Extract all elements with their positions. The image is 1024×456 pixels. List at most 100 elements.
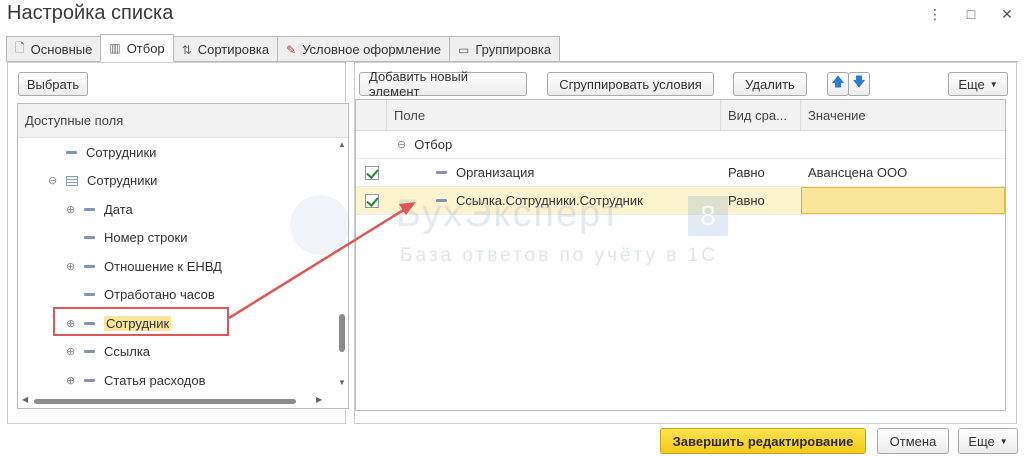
expand-icon[interactable]: ⊕	[66, 260, 75, 273]
field-icon	[436, 171, 447, 174]
scroll-thumb[interactable]	[339, 314, 345, 352]
filter-row[interactable]: Организация Равно Авансцена ООО	[356, 159, 1005, 187]
tree-item-label: Статья расходов	[104, 372, 206, 388]
field-icon	[84, 378, 95, 382]
available-fields-panel: Выбрать Доступные поля Сотрудники ⊖ Сотр…	[7, 62, 349, 424]
field-icon	[84, 236, 95, 240]
chevron-down-icon: ▼	[999, 436, 1008, 446]
table-icon	[66, 175, 78, 186]
expand-icon[interactable]: ⊕	[66, 203, 75, 216]
tree-item[interactable]: ⊕ Дата	[18, 195, 348, 224]
tree-item[interactable]: ⊖ Сотрудники	[18, 167, 348, 196]
tree-item[interactable]: Номер строки	[18, 224, 348, 253]
tree-item-label: Сотрудники	[86, 144, 157, 160]
window-title: Настройка списка	[7, 2, 174, 24]
tab-grouping[interactable]: ▭ Группировка	[448, 36, 561, 62]
tab-conditional-format[interactable]: ✎ Условное оформление	[277, 36, 450, 62]
tree-item-label: Ссылка	[104, 344, 151, 360]
select-button[interactable]: Выбрать	[18, 72, 88, 96]
delete-button[interactable]: Удалить	[733, 72, 807, 96]
tab-label: Условное оформление	[302, 42, 441, 57]
scroll-left-icon[interactable]: ◀	[22, 395, 28, 404]
close-icon[interactable]: ✕	[1000, 6, 1014, 23]
filter-grid[interactable]: Поле Вид сра... Значение ⊖ Отбор Организ…	[355, 99, 1006, 411]
horizontal-scrollbar[interactable]: ◀ ▶	[18, 394, 348, 408]
grid-header: Поле Вид сра... Значение	[356, 100, 1005, 131]
tree-header: Доступные поля	[18, 104, 348, 138]
grouping-icon: ▭	[457, 42, 470, 57]
window-controls: ⋮ □ ✕	[928, 6, 1014, 23]
arrow-down-icon: 🡇	[852, 74, 866, 89]
group-label: Отбор	[414, 137, 453, 152]
scroll-thumb[interactable]	[34, 399, 296, 404]
conditional-format-icon: ✎	[286, 42, 297, 57]
tab-label: Отбор	[126, 40, 165, 56]
finish-editing-button[interactable]: Завершить редактирование	[660, 428, 866, 454]
tree-item-label: Отработано часов	[104, 287, 215, 303]
field-cell[interactable]: Ссылка.Сотрудники.Сотрудник	[387, 193, 721, 208]
expand-icon[interactable]: ⊕	[66, 345, 75, 358]
tree-item[interactable]: ⊕ Отношение к ЕНВД	[18, 252, 348, 281]
row-check-cell	[356, 193, 387, 208]
tree-item-label: Дата	[104, 201, 133, 217]
arrow-up-icon: 🡅	[831, 74, 845, 89]
value-input[interactable]	[801, 187, 1005, 214]
scroll-right-icon[interactable]: ▶	[316, 395, 322, 404]
available-fields-tree[interactable]: Доступные поля Сотрудники ⊖ Сотрудники ⊕…	[17, 103, 349, 409]
column-field[interactable]: Поле	[387, 100, 721, 130]
tree-item[interactable]: ⊕ Статья расходов	[18, 366, 348, 395]
tab-bar: 🗋 Основные ▥ Отбор ⇅ Сортировка ✎ Условн…	[6, 34, 561, 62]
tree-item-label: Сотрудники	[87, 173, 158, 189]
tab-sort[interactable]: ⇅ Сортировка	[172, 36, 279, 62]
move-down-button[interactable]: 🡇	[848, 72, 870, 96]
expand-icon[interactable]: ⊕	[66, 374, 75, 387]
filter-icon: ▥	[109, 41, 121, 55]
tree-item[interactable]: Сотрудники	[18, 138, 348, 167]
group-conditions-button[interactable]: Сгруппировать условия	[547, 72, 714, 96]
tree-item-label: Отношение к ЕНВД	[104, 258, 222, 274]
column-value[interactable]: Значение	[801, 100, 1005, 130]
vertical-scrollbar[interactable]: ▲ ▼	[336, 138, 348, 388]
filter-row-selected[interactable]: Ссылка.Сотрудники.Сотрудник Равно	[356, 187, 1005, 215]
row-check-cell	[356, 165, 387, 180]
more-label: Еще	[958, 76, 985, 92]
field-icon	[84, 264, 95, 268]
group-cell: ⊖ Отбор	[387, 137, 721, 152]
field-icon	[84, 293, 95, 297]
collapse-icon[interactable]: ⊖	[48, 174, 57, 187]
filter-panel: Добавить новый элемент Сгруппировать усл…	[354, 62, 1017, 424]
use-checkbox[interactable]	[364, 193, 379, 208]
scroll-up-icon[interactable]: ▲	[338, 140, 346, 149]
field-icon	[84, 350, 95, 354]
tab-label: Группировка	[475, 42, 552, 57]
tree-item[interactable]: Отработано часов	[18, 281, 348, 310]
cancel-button[interactable]: Отмена	[877, 428, 949, 454]
tree-item[interactable]: ⊕ Ссылка	[18, 338, 348, 367]
tree-item-label: Номер строки	[104, 230, 188, 246]
column-comparison[interactable]: Вид сра...	[721, 100, 801, 130]
field-icon	[84, 207, 95, 211]
more-label: Еще	[968, 433, 995, 449]
field-cell[interactable]: Организация	[387, 165, 721, 180]
move-up-button[interactable]: 🡅	[827, 72, 849, 96]
sort-icon: ⇅	[181, 42, 192, 57]
use-checkbox[interactable]	[364, 165, 379, 180]
document-icon: 🗋	[15, 41, 25, 55]
group-row[interactable]: ⊖ Отбор	[356, 131, 1005, 159]
more-button[interactable]: Еще ▼	[948, 72, 1008, 96]
value-cell[interactable]: Авансцена ООО	[801, 159, 1005, 186]
add-element-button[interactable]: Добавить новый элемент	[359, 69, 527, 99]
field-label: Ссылка.Сотрудники.Сотрудник	[456, 193, 643, 208]
field-icon	[436, 199, 447, 202]
field-label: Организация	[456, 165, 535, 180]
footer-more-button[interactable]: Еще ▼	[958, 428, 1018, 454]
scroll-down-icon[interactable]: ▼	[338, 378, 346, 387]
comparison-cell[interactable]: Равно	[721, 193, 801, 208]
tab-main[interactable]: 🗋 Основные	[6, 36, 102, 62]
collapse-icon[interactable]: ⊖	[397, 138, 406, 151]
tab-label: Основные	[30, 42, 93, 57]
more-actions-icon[interactable]: ⋮	[928, 6, 942, 23]
comparison-cell[interactable]: Равно	[721, 165, 801, 180]
tab-filter[interactable]: ▥ Отбор	[100, 34, 174, 62]
maximize-icon[interactable]: □	[964, 6, 978, 23]
